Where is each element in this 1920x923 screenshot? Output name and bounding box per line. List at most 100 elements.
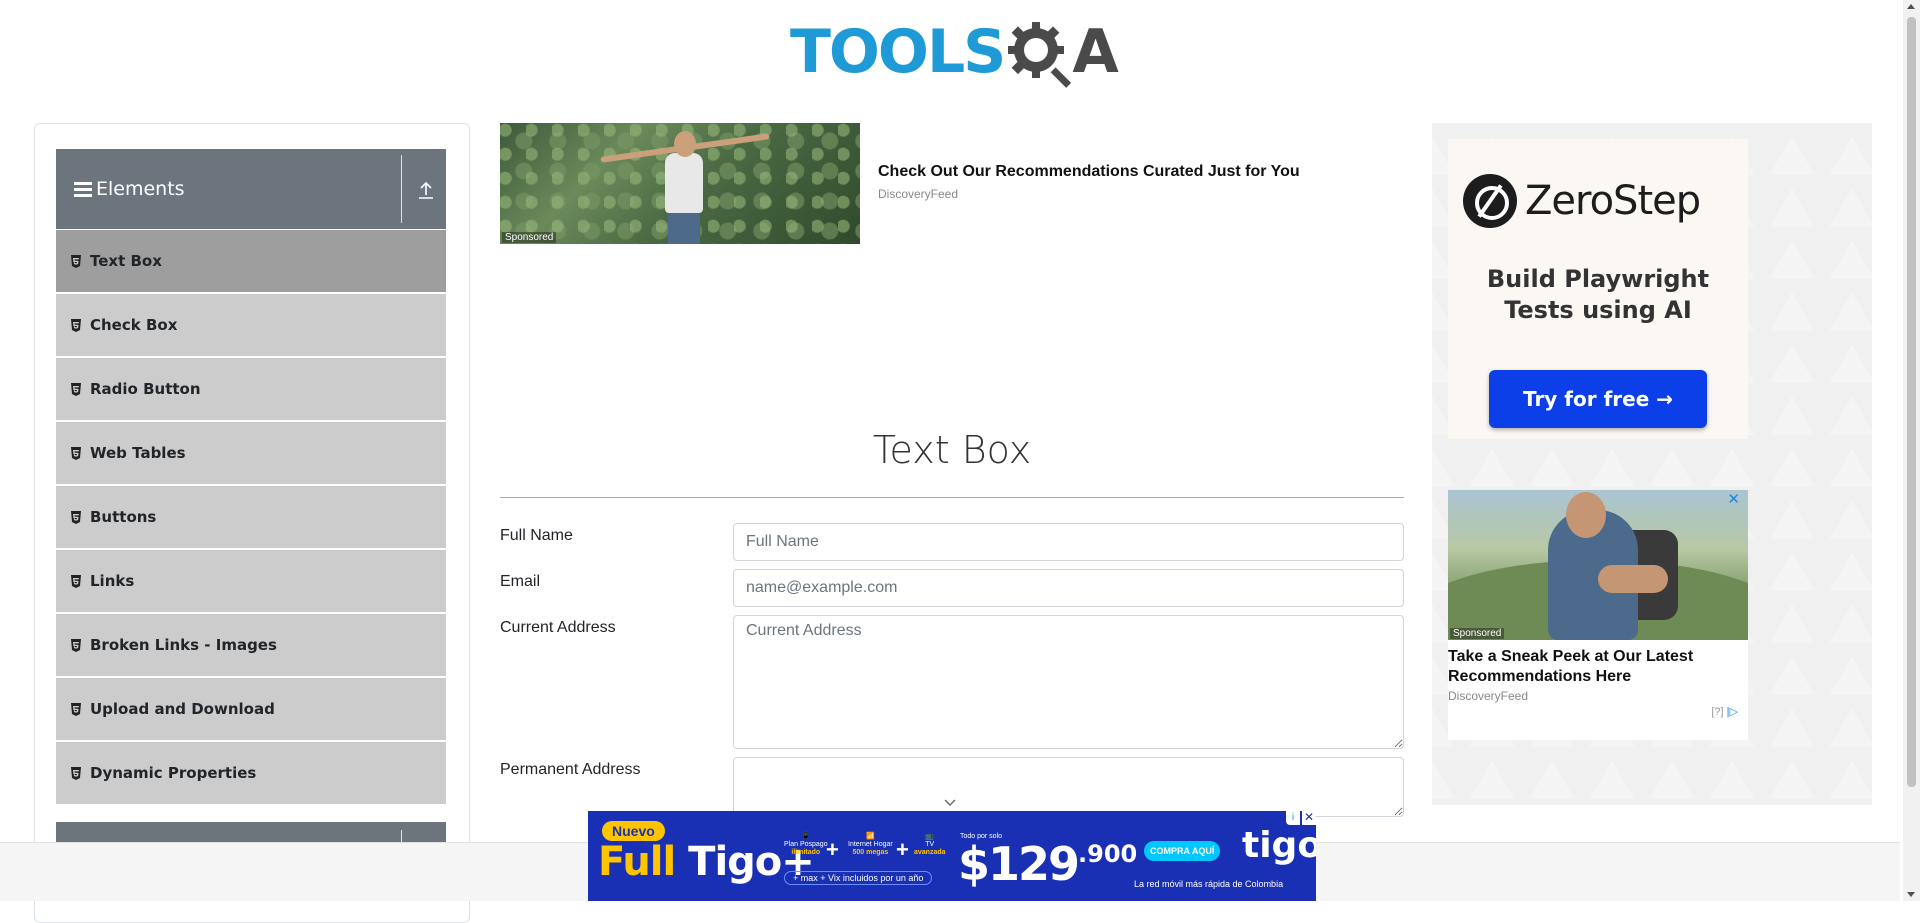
full-name-input[interactable] [733, 523, 1404, 561]
logo-a-text: A [1072, 17, 1118, 87]
sidebar-item-label: Dynamic Properties [90, 764, 257, 782]
permanent-address-textarea[interactable] [733, 757, 1404, 817]
ad-image-hand [1598, 565, 1668, 593]
scroll-down-icon[interactable] [1907, 892, 1915, 897]
permanent-address-label: Permanent Address [500, 761, 641, 778]
ad-title[interactable]: Check Out Our Recommendations Curated Ju… [878, 163, 1300, 181]
ad-image-head [674, 131, 696, 157]
group-title: Elements [96, 178, 185, 200]
plus-icon: + [896, 837, 909, 862]
sidebar-item-label: Broken Links - Images [90, 636, 277, 654]
zerostep-brand: ZeroStep [1463, 174, 1701, 228]
sidebar-item-label: Web Tables [90, 444, 186, 462]
html5-icon [71, 574, 81, 588]
banner-feature-internet: 📶 Internet Hogar 500 megas [848, 833, 893, 856]
html5-icon [71, 510, 81, 524]
current-address-textarea[interactable] [733, 615, 1404, 749]
top-sponsored-ad[interactable]: Sponsored Check Out Our Recommendations … [500, 123, 1404, 245]
full-name-label: Full Name [500, 527, 573, 544]
price-main: $129 [958, 837, 1080, 891]
banner-nuevo-badge: Nuevo [602, 821, 665, 841]
zerostep-logo-icon [1463, 174, 1517, 228]
sidebar-item-radio-button[interactable]: Radio Button [56, 358, 446, 420]
html5-icon [71, 446, 81, 460]
html5-icon [71, 638, 81, 652]
page-title: Text Box [872, 428, 1032, 472]
sidebar-item-buttons[interactable]: Buttons [56, 486, 446, 548]
price-sup: .900 [1078, 840, 1138, 868]
tigo-logo: tigo [1242, 825, 1316, 866]
ad-source: DiscoveryFeed [878, 187, 959, 201]
banner-feature-plan: 📱 Plan Pospago ilimitado [784, 833, 828, 856]
elements-group-header[interactable]: Elements [56, 149, 446, 229]
zerostep-subtitle-line2: Tests using AI [1504, 296, 1692, 324]
sidebar-item-broken-links[interactable]: Broken Links - Images [56, 614, 446, 676]
banner-full-word: Full [598, 839, 676, 885]
close-icon[interactable]: ✕ [1727, 490, 1740, 508]
html5-icon [71, 382, 81, 396]
sidebar-item-dynamic-properties[interactable]: Dynamic Properties [56, 742, 446, 804]
sidebar-item-text-box[interactable]: Text Box [56, 230, 446, 292]
banner-price: $129.900 [958, 837, 1137, 891]
chevron-down-icon [944, 799, 956, 806]
page-scrollbar[interactable] [1903, 0, 1920, 901]
close-icon[interactable]: ✕ [1302, 811, 1316, 825]
sidebar-item-label: Text Box [90, 252, 162, 270]
plus-icon: + [826, 837, 839, 862]
discovery-ad-title[interactable]: Take a Sneak Peek at Our Latest Recommen… [1448, 647, 1748, 687]
compra-aqui-button[interactable]: COMPRA AQUÍ [1144, 841, 1221, 861]
email-input[interactable] [733, 569, 1404, 607]
ad-image-hiker-head [1566, 492, 1606, 538]
ad-image-legs [668, 213, 700, 244]
ad-image[interactable]: Sponsored [500, 123, 860, 244]
ad-image-person [665, 153, 703, 213]
sidebar-item-label: Upload and Download [90, 700, 275, 718]
logo-tools-text: TOOLS [790, 17, 1006, 87]
scroll-thumb[interactable] [1907, 17, 1916, 787]
sidebar-item-label: Links [90, 572, 135, 590]
adchoices-icon: |▷ [1726, 706, 1738, 718]
sidebar-item-check-box[interactable]: Check Box [56, 294, 446, 356]
banner-tagline: La red móvil más rápida de Colombia [1134, 879, 1284, 889]
feature-tv-text: TV [925, 841, 935, 848]
hamburger-icon [74, 179, 92, 200]
tigo-banner-ad[interactable]: Nuevo Full Tigo+ 📱 Plan Pospago ilimitado … [588, 811, 1316, 901]
current-address-label: Current Address [500, 619, 616, 636]
site-header: TOOLS A [0, 0, 1900, 100]
html5-icon [71, 702, 81, 716]
banner-feature-tv: 📺 TV avanzada [914, 833, 946, 856]
discovery-ad-image[interactable]: Sponsored [1448, 490, 1748, 640]
zerostep-subtitle: Build Playwright Tests using AI [1448, 264, 1748, 326]
sidebar-item-upload-download[interactable]: Upload and Download [56, 678, 446, 740]
try-for-free-button[interactable]: Try for free → [1489, 370, 1707, 428]
sponsored-tag: Sponsored [1450, 628, 1505, 639]
sidebar-item-label: Buttons [90, 508, 157, 526]
discovery-ad[interactable]: Sponsored ✕ Take a Sneak Peek at Our Lat… [1448, 490, 1748, 740]
feature-plan-text: Plan Pospago [784, 841, 828, 848]
sponsored-tag: Sponsored [502, 232, 557, 243]
scroll-up-icon[interactable] [1907, 4, 1915, 9]
html5-icon [71, 318, 81, 332]
email-label: Email [500, 573, 541, 590]
discovery-ad-source: DiscoveryFeed [1448, 689, 1529, 703]
toolsqa-logo[interactable]: TOOLS A [790, 12, 1119, 92]
right-ad-column: ZeroStep Build Playwright Tests using AI… [1432, 123, 1872, 805]
feature-internet-text: Internet Hogar [848, 841, 893, 848]
sidebar-item-label: Check Box [90, 316, 178, 334]
zerostep-name: ZeroStep [1525, 178, 1701, 224]
sidebar-item-links[interactable]: Links [56, 550, 446, 612]
collapse-arrow-icon[interactable] [418, 181, 434, 199]
zerostep-ad[interactable]: ZeroStep Build Playwright Tests using AI… [1448, 139, 1748, 439]
gear-q-icon [1008, 22, 1072, 88]
feature-tv-bold: avanzada [914, 849, 946, 856]
ad-info-icon[interactable]: i [1286, 811, 1300, 825]
ad-info-icon[interactable]: [?] |▷ [1711, 705, 1738, 718]
html5-icon [71, 254, 81, 268]
html5-icon [71, 766, 81, 780]
banner-extras: + max + Vix incluidos por un año [784, 871, 933, 885]
feature-internet-bold: 500 megas [852, 849, 889, 856]
ad-info-text: [?] [1711, 706, 1724, 718]
feature-plan-bold: ilimitado [791, 849, 821, 856]
left-panel: Elements Text Box Check Box Radio Button… [34, 123, 470, 923]
sidebar-item-web-tables[interactable]: Web Tables [56, 422, 446, 484]
